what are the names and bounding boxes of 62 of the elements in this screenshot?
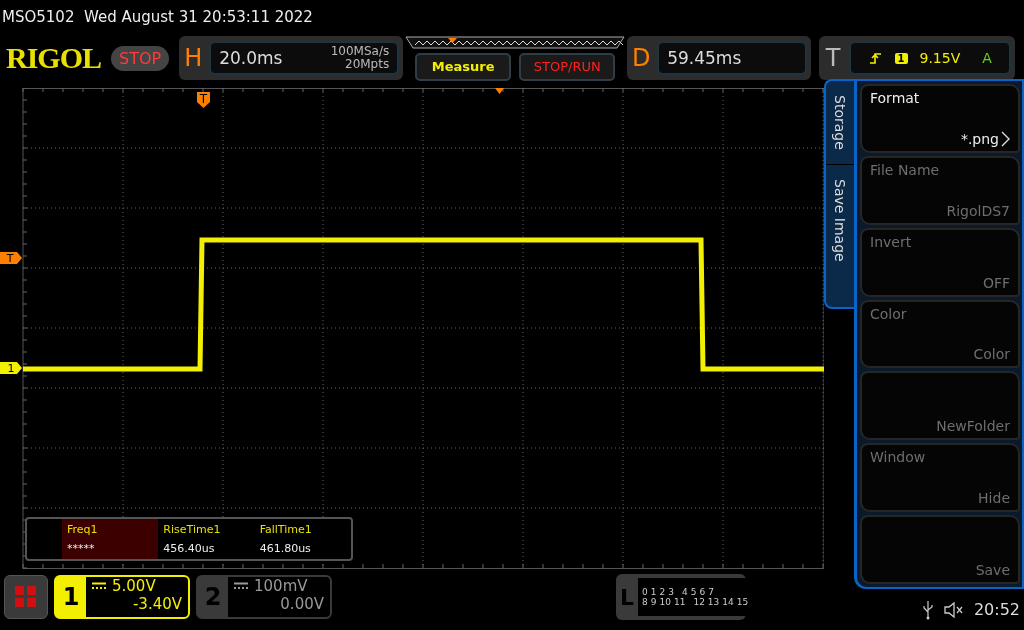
channel-offset: -3.40V [132,595,182,613]
channel-panel[interactable]: 1 5.00V -3.40V [54,575,190,619]
logic-bit: 11 [673,597,686,607]
toolbar-button[interactable]: STOP/RUN [519,52,616,81]
logic-bit: 10 [659,597,671,607]
clock-time: 20:52 [973,600,1020,619]
menu-item[interactable]: Format *.png [860,84,1020,153]
device-info: MSO5102 Wed August 31 20:53:11 2022 [2,7,313,26]
measurement-item[interactable]: FallTime1 461.80us [254,519,351,559]
logic-bit: 3 [668,587,674,597]
logic-bit: 14 [722,597,734,607]
toolbar-button[interactable]: Measure [415,52,512,81]
delay-label: D [631,44,652,72]
home-button[interactable] [4,575,48,619]
chevron-icon [1001,130,1010,147]
delay-panel[interactable]: D 59.45ms [627,36,812,80]
logic-label: L [620,584,635,610]
channel-number: 1 [56,577,86,617]
horizontal-panel[interactable]: H 20.0ms 100MSa/s 20Mpts [179,36,404,80]
run-state-badge: STOP [111,45,170,71]
rising-edge-icon [868,51,883,65]
grid-icon [14,585,38,609]
horizontal-label: H [183,44,204,72]
logic-bit: 12 [693,597,705,607]
logic-bit: 6 [699,587,706,597]
timebase-value: 20.0ms [219,48,283,68]
logic-bit: 9 [650,597,657,607]
logic-bit: 15 [736,597,749,607]
logic-bit: 8 [642,597,648,607]
measurement-item[interactable]: RiseTime1 456.40us [158,519,255,559]
trigger-level-marker[interactable]: T [0,252,22,265]
channel-marker[interactable]: 1 [0,362,22,375]
logic-panel[interactable]: L 0 1 2 3 4 5 6 7 8 9 10 11 12 13 14 15 [616,574,746,620]
delay-value: 59.45ms [667,48,742,68]
center-marker-icon [495,88,504,94]
channel-panel[interactable]: 2 100mV 0.00V [196,575,332,619]
trigger-source-badge: 1 [894,52,908,64]
trigger-mode: A [982,50,992,66]
trigger-level: 9.15V [919,50,961,66]
channel-scale: 5.00V [112,577,156,595]
logic-bit: 2 [659,587,666,597]
sample-rate: 100MSa/s [330,45,390,58]
logic-bit: 4 [681,587,688,597]
side-tab[interactable]: Storage [826,81,854,164]
trigger-label: T [824,44,842,72]
logic-bit: 0 [642,587,648,597]
logic-bit: 7 [708,587,714,597]
channel-scale: 100mV [254,577,308,595]
measurement-item[interactable]: Freq1 ***** [62,519,159,559]
channel-number: 2 [198,577,228,617]
memory-depth: 20Mpts [345,58,390,71]
logic-bit: 13 [707,597,720,607]
logic-bit: 5 [690,587,697,597]
trigger-position-marker[interactable]: T [197,92,210,108]
logic-bit: 1 [650,587,657,597]
channel-offset: 0.00V [280,595,324,613]
usb-icon [921,599,934,620]
trigger-panel[interactable]: T 1 9.15V A [819,36,1016,80]
dc-coupling-icon [92,582,106,590]
brand-logo: RIGOL [6,41,102,75]
speaker-muted-icon [943,601,964,618]
dc-coupling-icon [234,582,248,590]
